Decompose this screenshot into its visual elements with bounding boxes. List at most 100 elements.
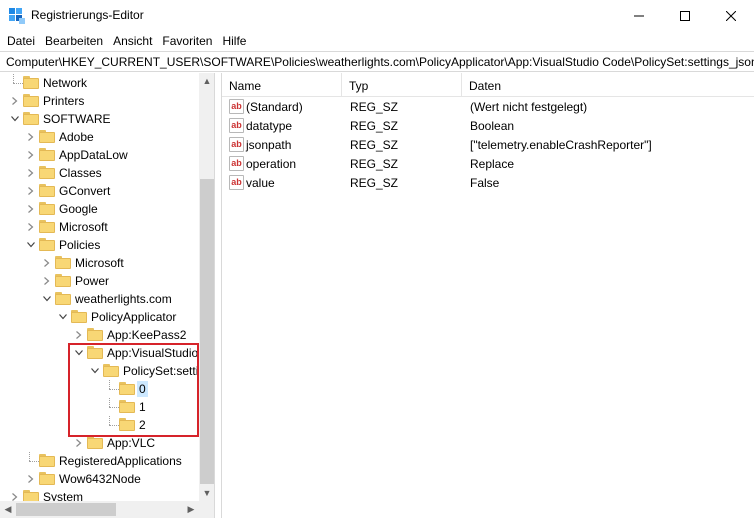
tree-node[interactable]: Microsoft: [0, 218, 199, 236]
chevron-down-icon[interactable]: [25, 236, 37, 254]
chevron-right-icon[interactable]: [9, 92, 21, 110]
tree-node-label[interactable]: Network: [41, 75, 89, 91]
tree-node[interactable]: Microsoft: [0, 254, 199, 272]
chevron-down-icon[interactable]: [41, 290, 53, 308]
tree-node-label[interactable]: RegisteredApplications: [57, 453, 184, 469]
menu-ansicht[interactable]: Ansicht: [108, 31, 157, 51]
folder-icon: [87, 436, 103, 449]
tree-node[interactable]: Wow6432Node: [0, 470, 199, 488]
close-button[interactable]: [708, 0, 754, 31]
chevron-right-icon[interactable]: [41, 254, 53, 272]
tree-node[interactable]: System: [0, 488, 199, 501]
menu-bearbeiten[interactable]: Bearbeiten: [40, 31, 108, 51]
list-item[interactable]: ab value REG_SZ False: [222, 174, 754, 193]
tree-node-label[interactable]: Classes: [57, 165, 104, 181]
tree-node[interactable]: GConvert: [0, 182, 199, 200]
tree-node[interactable]: AppDataLow: [0, 146, 199, 164]
list-item[interactable]: ab (Standard) REG_SZ (Wert nicht festgelegt…: [222, 98, 754, 117]
chevron-right-icon[interactable]: [41, 272, 53, 290]
column-header-type[interactable]: Typ: [342, 73, 462, 97]
tree-node[interactable]: RegisteredApplications: [0, 452, 199, 470]
tree-node[interactable]: Network: [0, 74, 199, 92]
tree-node-label[interactable]: AppDataLow: [57, 147, 130, 163]
tree-node-label[interactable]: PolicyApplicator: [89, 309, 178, 325]
chevron-right-icon[interactable]: [25, 200, 37, 218]
menu-datei[interactable]: Datei: [2, 31, 40, 51]
list-item[interactable]: ab operation REG_SZ Replace: [222, 155, 754, 174]
folder-icon: [39, 472, 55, 485]
tree-node-label[interactable]: Wow6432Node: [57, 471, 143, 487]
tree-node[interactable]: Printers: [0, 92, 199, 110]
folder-icon: [55, 256, 71, 269]
folder-icon: [39, 202, 55, 215]
tree-node[interactable]: Adobe: [0, 128, 199, 146]
tree-node[interactable]: Policies: [0, 236, 199, 254]
chevron-right-icon[interactable]: [25, 470, 37, 488]
list-item[interactable]: ab jsonpath REG_SZ ["telemetry.enableCrashR…: [222, 136, 754, 155]
value-name: operation: [246, 157, 297, 171]
tree-horizontal-scroll-thumb[interactable]: [16, 503, 116, 516]
menu-hilfe[interactable]: Hilfe: [217, 31, 251, 51]
menu-favoriten[interactable]: Favoriten: [157, 31, 217, 51]
address-bar[interactable]: Computer\HKEY_CURRENT_USER\SOFTWARE\Poli…: [0, 51, 754, 72]
chevron-right-icon[interactable]: [25, 128, 37, 146]
column-header-data[interactable]: Daten: [462, 73, 754, 97]
value-type: REG_SZ: [350, 100, 399, 114]
tree-node-label[interactable]: Power: [73, 273, 111, 289]
value-type: REG_SZ: [350, 138, 399, 152]
folder-icon: [55, 292, 71, 305]
tree-node-label[interactable]: Printers: [41, 93, 86, 109]
value-name: value: [246, 176, 275, 190]
tree-node[interactable]: Classes: [0, 164, 199, 182]
tree-node-label[interactable]: System: [41, 489, 85, 501]
address-path[interactable]: Computer\HKEY_CURRENT_USER\SOFTWARE\Poli…: [6, 55, 754, 69]
tree-node-label[interactable]: Microsoft: [73, 255, 126, 271]
chevron-right-icon[interactable]: [25, 146, 37, 164]
tree-node-label[interactable]: SOFTWARE: [41, 111, 113, 127]
title-bar: Registrierungs-Editor: [0, 0, 754, 31]
tree-node[interactable]: weatherlights.com: [0, 290, 199, 308]
folder-icon: [39, 238, 55, 251]
tree-node-label[interactable]: Microsoft: [57, 219, 110, 235]
value-type: REG_SZ: [350, 119, 399, 133]
tree-node-label[interactable]: App:KeePass2: [105, 327, 188, 343]
key-tree-pane: Network Printers SOFTWARE Adobe AppDataLow Cl…: [0, 73, 215, 518]
tree-vertical-scroll-thumb[interactable]: [200, 179, 214, 484]
chevron-right-icon[interactable]: [73, 326, 85, 344]
folder-icon: [87, 328, 103, 341]
tree-node-label[interactable]: App:VLC: [105, 435, 157, 451]
scroll-up-arrow-icon[interactable]: ▲: [199, 73, 214, 89]
scroll-left-arrow-icon[interactable]: ◀: [0, 501, 16, 518]
tree-node[interactable]: App:KeePass2: [0, 326, 199, 344]
chevron-right-icon[interactable]: [25, 164, 37, 182]
tree-node[interactable]: Power: [0, 272, 199, 290]
maximize-button[interactable]: [662, 0, 708, 31]
tree-node[interactable]: Google: [0, 200, 199, 218]
chevron-right-icon[interactable]: [9, 488, 21, 501]
value-data: False: [470, 176, 500, 190]
list-item[interactable]: ab datatype REG_SZ Boolean: [222, 117, 754, 136]
chevron-right-icon[interactable]: [25, 182, 37, 200]
tree-node-label[interactable]: GConvert: [57, 183, 112, 199]
tree-vertical-scrollbar[interactable]: ▲ ▼: [199, 73, 214, 501]
tree-node-label[interactable]: Policies: [57, 237, 102, 253]
minimize-button[interactable]: [616, 0, 662, 31]
folder-icon: [23, 76, 39, 89]
tree-node-label[interactable]: weatherlights.com: [73, 291, 174, 307]
value-data: (Wert nicht festgelegt): [470, 100, 588, 114]
column-header-name[interactable]: Name: [222, 73, 342, 97]
string-value-icon: ab: [229, 99, 244, 114]
red-highlight-box: [68, 343, 199, 437]
value-type: REG_SZ: [350, 176, 399, 190]
tree-node[interactable]: PolicyApplicator: [0, 308, 199, 326]
scroll-down-arrow-icon[interactable]: ▼: [199, 485, 214, 501]
tree-node[interactable]: SOFTWARE: [0, 110, 199, 128]
folder-icon: [55, 274, 71, 287]
chevron-down-icon[interactable]: [57, 308, 69, 326]
tree-node-label[interactable]: Google: [57, 201, 100, 217]
chevron-right-icon[interactable]: [25, 218, 37, 236]
scroll-right-arrow-icon[interactable]: ▶: [183, 501, 199, 518]
tree-horizontal-scrollbar[interactable]: ◀ ▶: [0, 501, 199, 518]
chevron-down-icon[interactable]: [9, 110, 21, 128]
tree-node-label[interactable]: Adobe: [57, 129, 96, 145]
